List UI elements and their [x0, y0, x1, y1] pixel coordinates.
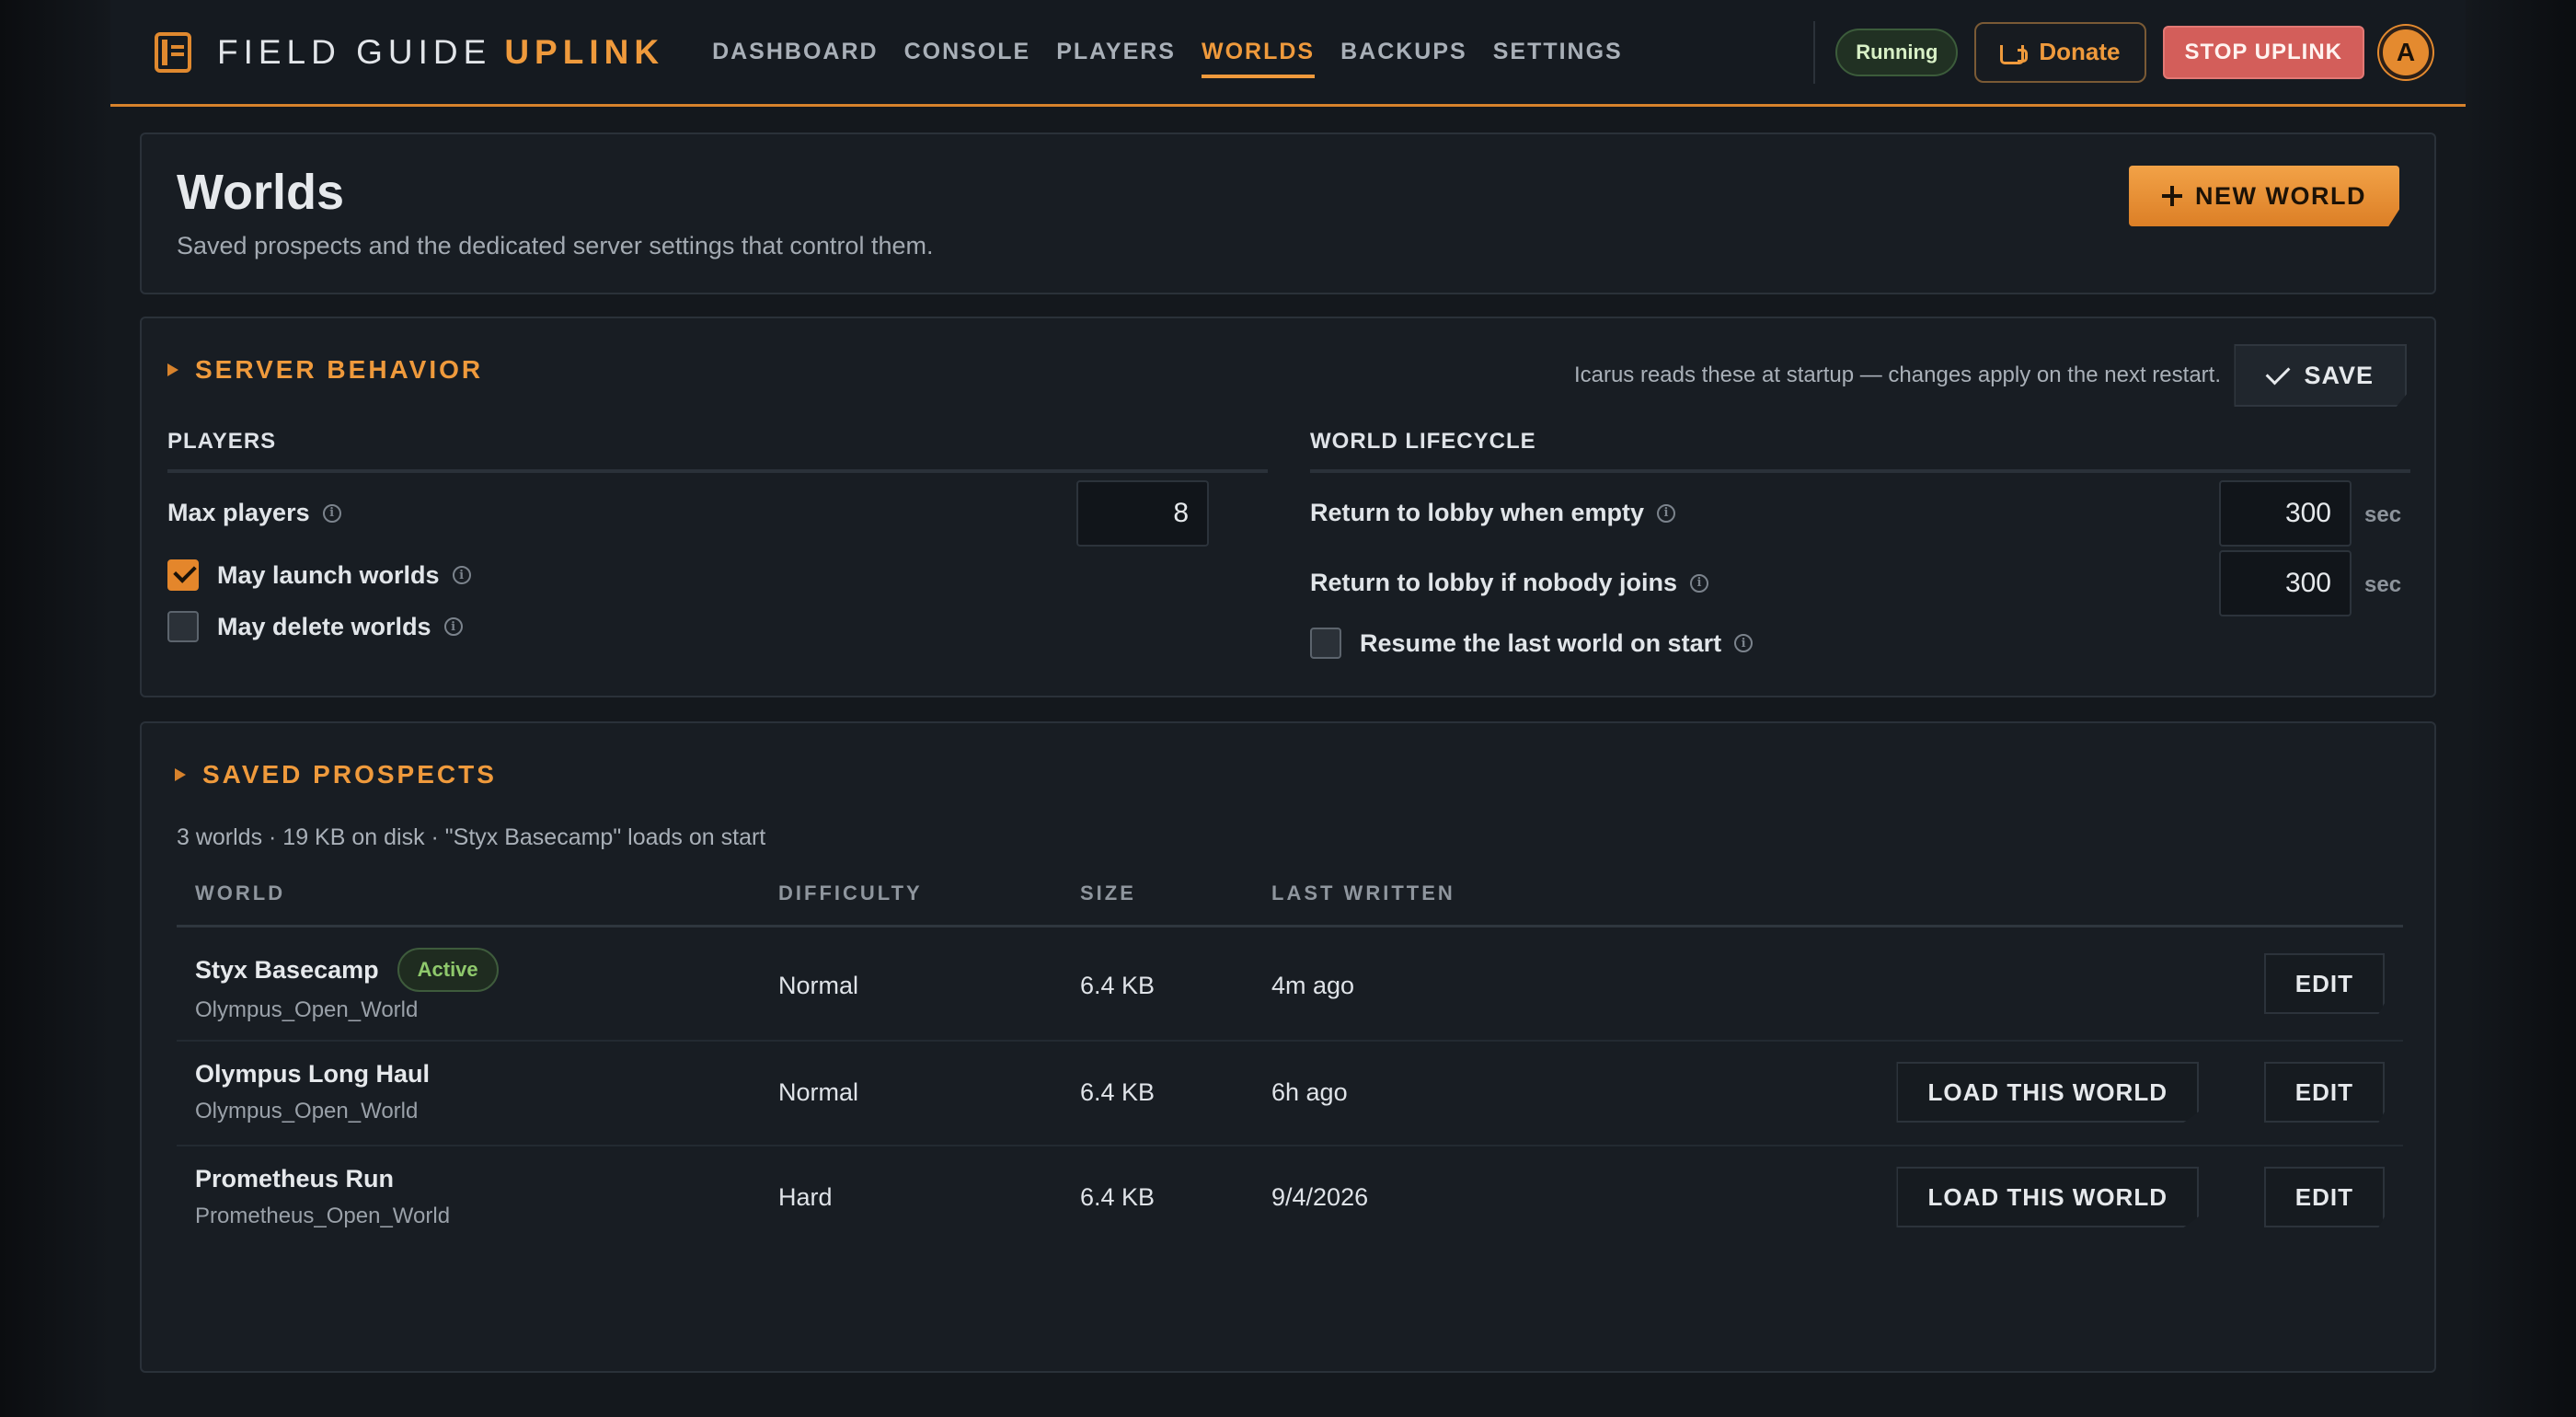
saved-prospects-panel: SAVED PROSPECTS 3 worlds · 19 KB on disk…: [140, 721, 2436, 1373]
brand-accent: UPLINK: [504, 32, 665, 71]
world-map: Olympus_Open_World: [195, 1099, 419, 1123]
edit-button[interactable]: EDIT: [2263, 1062, 2385, 1123]
active-badge: Active: [397, 948, 499, 992]
server-behavior-toggle[interactable]: SERVER BEHAVIOR: [167, 355, 483, 385]
nav-dashboard[interactable]: DASHBOARD: [699, 0, 891, 106]
info-icon[interactable]: i: [1657, 503, 1676, 523]
world-name: Olympus Long Haul: [195, 1060, 431, 1088]
restart-note: Icarus reads these at startup — changes …: [1573, 363, 2221, 387]
world-last-written: 9/4/2026: [1271, 1183, 1369, 1211]
info-icon[interactable]: i: [452, 566, 471, 584]
may-launch-row[interactable]: May launch worlds i: [167, 559, 471, 591]
brand[interactable]: FIELD GUIDE UPLINK: [155, 31, 665, 73]
donate-label: Donate: [2039, 38, 2121, 65]
players-heading: PLAYERS: [167, 429, 1268, 473]
empty-lobby-input[interactable]: [2219, 480, 2352, 547]
coffee-cup-icon: [2000, 41, 2029, 64]
worlds-table: WORLD DIFFICULTY SIZE LAST WRITTEN Styx …: [177, 881, 2403, 1251]
donate-button[interactable]: Donate: [1974, 21, 2146, 83]
world-map: Olympus_Open_World: [195, 997, 419, 1022]
info-icon[interactable]: i: [443, 617, 463, 636]
saved-prospects-toggle[interactable]: SAVED PROSPECTS: [175, 760, 497, 789]
resume-checkbox[interactable]: [1310, 628, 1341, 659]
save-label: SAVE: [2304, 361, 2374, 389]
top-actions: Running Donate STOP UPLINK A: [1813, 20, 2432, 84]
page-subtitle: Saved prospects and the dedicated server…: [177, 232, 934, 259]
may-launch-checkbox[interactable]: [167, 559, 199, 591]
check-icon: [2266, 360, 2291, 386]
world-name: Styx Basecamp: [195, 955, 379, 984]
column-header-size[interactable]: SIZE: [1080, 881, 1136, 905]
brand-name: FIELD GUIDE: [217, 32, 492, 71]
nav-console[interactable]: CONSOLE: [891, 0, 1044, 106]
nav-settings[interactable]: SETTINGS: [1480, 0, 1636, 106]
load-world-button[interactable]: LOAD THIS WORLD: [1896, 1167, 2199, 1227]
may-delete-checkbox[interactable]: [167, 611, 199, 642]
plus-icon: [2162, 186, 2183, 206]
new-world-button[interactable]: NEW WORLD: [2129, 166, 2399, 226]
status-badge: Running: [1835, 28, 1959, 76]
prospect-summary: 3 worlds · 19 KB on disk · "Styx Basecam…: [177, 824, 766, 850]
caret-right-icon: [175, 768, 186, 781]
caret-right-icon: [167, 363, 178, 376]
resume-label: Resume the last world on start: [1360, 628, 1722, 657]
world-name: Prometheus Run: [195, 1165, 395, 1192]
edit-button[interactable]: EDIT: [2263, 953, 2385, 1014]
max-players-input[interactable]: [1076, 480, 1209, 547]
table-row: Prometheus Run Prometheus_Open_World Har…: [177, 1146, 2403, 1251]
resume-row[interactable]: Resume the last world on start i: [1310, 628, 1754, 659]
nav-backups[interactable]: BACKUPS: [1328, 0, 1480, 106]
unit-label: sec: [2364, 502, 2402, 527]
table-header: WORLD DIFFICULTY SIZE LAST WRITTEN: [177, 881, 2403, 927]
section-title: SAVED PROSPECTS: [202, 760, 497, 789]
column-header-difficulty[interactable]: DIFFICULTY: [778, 881, 923, 905]
unit-label: sec: [2364, 572, 2402, 597]
column-header-world[interactable]: WORLD: [195, 881, 285, 905]
may-delete-label: May delete worlds: [217, 612, 431, 640]
empty-lobby-label: Return to lobby when empty: [1310, 499, 1645, 526]
load-world-button[interactable]: LOAD THIS WORLD: [1896, 1062, 2199, 1123]
page-header: Worlds Saved prospects and the dedicated…: [140, 132, 2436, 294]
info-icon[interactable]: i: [1689, 573, 1708, 593]
world-difficulty: Hard: [778, 1183, 833, 1211]
divider: [1813, 20, 1816, 84]
new-world-label: NEW WORLD: [2195, 181, 2366, 210]
save-button[interactable]: SAVE: [2234, 344, 2407, 407]
table-row: Olympus Long Haul Olympus_Open_World Nor…: [177, 1042, 2403, 1146]
main-nav: DASHBOARD CONSOLE PLAYERS WORLDS BACKUPS…: [699, 0, 1636, 106]
max-players-label: Max players: [167, 499, 310, 526]
world-difficulty: Normal: [778, 1078, 859, 1106]
page-title: Worlds: [177, 165, 345, 220]
edit-button[interactable]: EDIT: [2263, 1167, 2385, 1227]
top-bar: FIELD GUIDE UPLINK DASHBOARD CONSOLE PLAY…: [110, 0, 2466, 107]
world-last-written: 6h ago: [1271, 1078, 1348, 1106]
info-icon[interactable]: i: [1734, 634, 1754, 652]
server-behavior-panel: SERVER BEHAVIOR Icarus reads these at st…: [140, 317, 2436, 697]
world-map: Prometheus_Open_World: [195, 1204, 451, 1228]
info-icon[interactable]: i: [322, 503, 341, 523]
nobody-joins-input[interactable]: [2219, 550, 2352, 616]
world-size: 6.4 KB: [1080, 1078, 1156, 1106]
column-header-last-written[interactable]: LAST WRITTEN: [1271, 881, 1455, 905]
table-row: Styx Basecamp Active Olympus_Open_World …: [177, 927, 2403, 1042]
nobody-joins-row: Return to lobby if nobody joins i: [1310, 569, 1708, 597]
avatar[interactable]: A: [2379, 25, 2432, 79]
world-lifecycle-heading: WORLD LIFECYCLE: [1310, 429, 2410, 473]
book-icon: [155, 31, 191, 73]
nav-worlds[interactable]: WORLDS: [1189, 0, 1328, 106]
nobody-joins-label: Return to lobby if nobody joins: [1310, 569, 1677, 596]
may-launch-label: May launch worlds: [217, 560, 440, 589]
world-last-written: 4m ago: [1271, 972, 1355, 999]
max-players-row: Max players i: [167, 499, 341, 527]
may-delete-row[interactable]: May delete worlds i: [167, 611, 463, 642]
nav-players[interactable]: PLAYERS: [1043, 0, 1189, 106]
stop-uplink-button[interactable]: STOP UPLINK: [2162, 25, 2364, 79]
world-difficulty: Normal: [778, 972, 859, 999]
empty-lobby-row: Return to lobby when empty i: [1310, 499, 1676, 527]
section-title: SERVER BEHAVIOR: [195, 355, 484, 384]
world-size: 6.4 KB: [1080, 972, 1156, 999]
world-size: 6.4 KB: [1080, 1183, 1156, 1211]
